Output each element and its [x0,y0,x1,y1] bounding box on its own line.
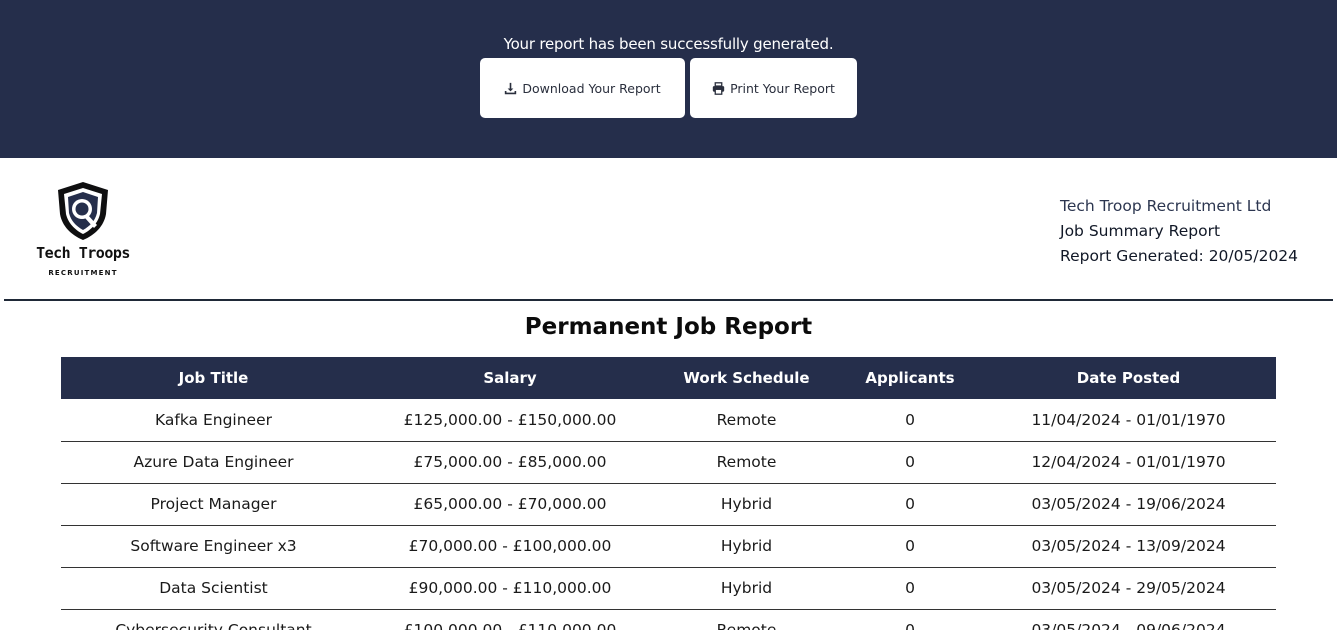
download-report-button[interactable]: Download Your Report [480,58,685,118]
cell-work-schedule: Hybrid [720,579,773,597]
job-report-table: Job Title Salary Work Schedule Applicant… [61,357,1276,630]
cell-applicants: 0 [905,621,915,630]
shield-magnifier-icon [58,182,108,240]
print-icon [712,81,725,95]
cell-date-posted: 12/04/2024 - 01/01/1970 [1031,453,1226,471]
logo-name: Tech Troops [36,244,130,262]
cell-date-posted: 11/04/2024 - 01/01/1970 [1031,410,1226,429]
download-button-label: Download Your Report [522,80,661,96]
column-header-applicants: Applicants [865,369,955,387]
cell-work-schedule: Hybrid [720,537,773,555]
column-header-work-schedule: Work Schedule [683,369,810,387]
print-button-label: Print Your Report [730,80,835,96]
cell-salary: £90,000.00 - £110,000.00 [408,579,612,597]
table-row: Software Engineer x3 £70,000.00 - £100,0… [61,525,1276,567]
download-icon [505,82,517,94]
table-row: Kafka Engineer £125,000.00 - £150,000.00… [61,399,1276,441]
report-generated-date: Report Generated: 20/05/2024 [1060,247,1299,265]
cell-salary: £65,000.00 - £70,000.00 [413,495,607,513]
cell-salary: £70,000.00 - £100,000.00 [408,537,612,555]
cell-job-title: Cybersecurity Consultant [115,621,312,630]
company-info: Tech Troop Recruitment Ltd Job Summary R… [1060,194,1298,269]
cell-job-title: Azure Data Engineer [133,453,294,471]
column-header-salary: Salary [483,369,537,387]
cell-date-posted: 03/05/2024 - 19/06/2024 [1031,495,1226,513]
company-name: Tech Troop Recruitment Ltd [1060,197,1272,215]
cell-applicants: 0 [905,579,915,597]
cell-date-posted: 03/05/2024 - 29/05/2024 [1031,579,1226,597]
report-type: Job Summary Report [1060,222,1221,240]
report-title: Permanent Job Report [524,314,813,340]
cell-work-schedule: Hybrid [720,495,773,513]
success-message: Your report has been successfully genera… [503,35,834,53]
cell-applicants: 0 [905,537,915,555]
cell-date-posted: 03/05/2024 - 09/06/2024 [1031,621,1226,630]
cell-job-title: Data Scientist [159,579,268,597]
cell-salary: £100,000.00 - £110,000.00 [403,621,617,630]
cell-applicants: 0 [905,453,915,471]
print-report-button[interactable]: Print Your Report [690,58,857,118]
column-header-job-title: Job Title [178,369,249,387]
header-divider [4,299,1333,301]
column-header-date-posted: Date Posted [1076,369,1181,387]
table-header-row: Job Title Salary Work Schedule Applicant… [61,357,1276,399]
cell-work-schedule: Remote [716,453,777,471]
success-banner: Your report has been successfully genera… [0,0,1337,158]
table-row: Azure Data Engineer £75,000.00 - £85,000… [61,441,1276,483]
cell-job-title: Software Engineer x3 [130,537,297,555]
cell-salary: £75,000.00 - £85,000.00 [413,453,607,471]
cell-work-schedule: Remote [716,410,777,429]
cell-date-posted: 03/05/2024 - 13/09/2024 [1031,537,1226,555]
cell-applicants: 0 [905,410,915,429]
table-row: Cybersecurity Consultant £100,000.00 - £… [61,609,1276,630]
logo-tagline: RECRUITMENT [48,269,118,277]
cell-applicants: 0 [905,495,915,513]
table-row: Data Scientist £90,000.00 - £110,000.00 … [61,567,1276,609]
company-logo: Tech Troops RECRUITMENT [30,180,138,280]
cell-job-title: Project Manager [150,495,277,513]
cell-salary: £125,000.00 - £150,000.00 [403,410,617,429]
table-row: Project Manager £65,000.00 - £70,000.00 … [61,483,1276,525]
cell-work-schedule: Remote [716,621,777,630]
cell-job-title: Kafka Engineer [154,410,272,429]
